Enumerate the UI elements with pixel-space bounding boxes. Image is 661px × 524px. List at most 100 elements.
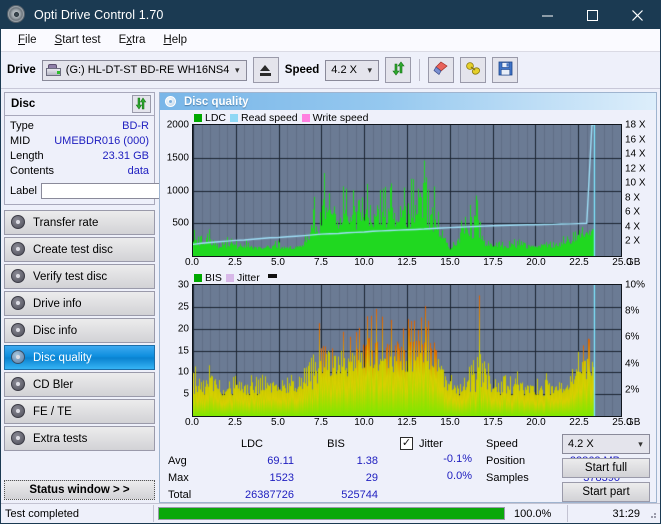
- samples-key: Samples: [486, 471, 529, 484]
- x-tick-label: 10.0: [354, 257, 374, 268]
- stats-header-ldc: LDC: [240, 437, 263, 450]
- sidebar-item-label: CD Bler: [33, 378, 74, 391]
- y2-tick-label: 4%: [625, 358, 640, 370]
- y2-tick-label: 8%: [625, 305, 640, 317]
- progress-wrap: [154, 507, 509, 520]
- ldc-plot-area[interactable]: [192, 124, 622, 257]
- position-key: Position: [486, 454, 526, 467]
- y-tick-label: 15: [177, 345, 189, 356]
- page-title: Disc quality: [184, 95, 249, 108]
- progress-percent: 100.0%: [514, 507, 552, 520]
- legend-item-jitter: Jitter: [225, 271, 260, 284]
- y-tick-label: 2000: [166, 119, 189, 131]
- jitter-checkbox[interactable]: ✓: [400, 437, 413, 450]
- sidebar-item-label: Disc info: [33, 324, 78, 337]
- erase-button[interactable]: [428, 57, 455, 83]
- sidebar-item-verify-test-disc[interactable]: Verify test disc: [4, 264, 155, 289]
- progress-fill: [159, 508, 504, 519]
- disc-row-mid: MID UMEBDR016 (000): [10, 134, 149, 149]
- bis-y-axis-right: 2% 4% 6% 8% 10%: [622, 280, 654, 417]
- x-tick-label: 20.0: [526, 257, 546, 268]
- disc-icon: [11, 431, 26, 446]
- start-part-button[interactable]: Start part: [562, 482, 650, 502]
- minimize-button[interactable]: [525, 1, 570, 29]
- drive-select[interactable]: (G:) HL-DT-ST BD-RE WH16NS48 1.D3 ▾: [41, 59, 247, 81]
- x-axis-unit: GB: [626, 257, 641, 268]
- x-tick-label: 7.5: [314, 417, 328, 428]
- speed-select-value: 4.2 X: [331, 64, 357, 76]
- legend-label: Jitter: [236, 271, 260, 284]
- chevron-down-icon: ▾: [367, 64, 373, 75]
- sidebar-item-extra-tests[interactable]: Extra tests: [4, 426, 155, 451]
- maximize-button[interactable]: [570, 1, 615, 29]
- sidebar-item-drive-info[interactable]: Drive info: [4, 291, 155, 316]
- stats-row-max-key: Max: [168, 471, 189, 484]
- y-tick-label: 500: [172, 217, 189, 229]
- stats-total-bis: 525744: [341, 488, 378, 501]
- sidebar-item-label: Disc quality: [33, 351, 92, 364]
- disc-label-key: Label: [10, 185, 37, 197]
- bis-plot-area[interactable]: [192, 284, 622, 417]
- x-tick-label: 17.5: [483, 257, 503, 268]
- status-window-button[interactable]: Status window > >: [4, 480, 155, 500]
- resize-grip[interactable]: [646, 508, 658, 520]
- table-row: Total 26387726 525744: [168, 487, 378, 504]
- jitter-max: 0.0%: [446, 470, 472, 482]
- disc-row-length: Length 23.31 GB: [10, 149, 149, 164]
- eject-button[interactable]: [252, 57, 279, 83]
- disc-row-type-value: BD-R: [122, 120, 149, 132]
- stats-total-ldc: 26387726: [245, 488, 294, 501]
- sidebar-item-cd-bler[interactable]: CD Bler: [4, 372, 155, 397]
- disc-icon: [11, 215, 26, 230]
- disc-row-mid-value: UMEBDR016 (000): [54, 135, 149, 147]
- menu-extra[interactable]: Extra: [110, 32, 155, 48]
- stats-row-total-key: Total: [168, 488, 192, 501]
- x-tick-label: 15.0: [440, 257, 460, 268]
- menu-help-rest: elp: [171, 34, 188, 46]
- refresh-icon: [134, 97, 149, 111]
- speed-select[interactable]: 4.2 X ▾: [325, 59, 380, 81]
- y2-tick-label: 4 X: [625, 221, 641, 233]
- y-tick-label: 30: [177, 279, 189, 291]
- sidebar-item-disc-quality[interactable]: Disc quality: [4, 345, 155, 370]
- legend-swatch: [230, 113, 239, 122]
- x-tick-label: 0.0: [185, 257, 199, 268]
- y-tick-label: 25: [177, 301, 189, 313]
- menu-help[interactable]: Help: [154, 32, 196, 48]
- y2-tick-label: 18 X: [625, 119, 646, 131]
- drive-select-value: (G:) HL-DT-ST BD-RE WH16NS48 1.D3: [65, 64, 229, 76]
- sidebar-item-disc-info[interactable]: Disc info: [4, 318, 155, 343]
- panel-header: Disc quality: [160, 93, 656, 110]
- app-window: Opti Drive Control 1.70 File Start test …: [0, 0, 661, 524]
- elapsed-time: 31:29: [612, 507, 640, 520]
- test-speed-select[interactable]: 4.2 X ▾: [562, 434, 650, 454]
- disc-label-row: Label: [10, 182, 212, 200]
- legend-label: BIS: [205, 271, 222, 284]
- y2-tick-label: 8 X: [625, 192, 641, 204]
- sidebar-item-transfer-rate[interactable]: Transfer rate: [4, 210, 155, 235]
- disc-refresh-button[interactable]: [132, 95, 151, 113]
- save-button[interactable]: [492, 57, 519, 83]
- disc-icon: [11, 269, 26, 284]
- y2-tick-label: 16 X: [625, 134, 646, 146]
- eraser-icon: [433, 61, 449, 79]
- bug-button[interactable]: [460, 57, 487, 83]
- disc-row-length-key: Length: [10, 150, 44, 162]
- menu-file[interactable]: File: [9, 32, 46, 48]
- jitter-column: ✓ Jitter -0.1% 0.0%: [400, 436, 472, 487]
- stats-corner: [168, 436, 210, 453]
- x-tick-label: 12.5: [397, 257, 417, 268]
- sidebar-item-fe-te[interactable]: FE / TE: [4, 399, 155, 424]
- refresh-button[interactable]: [385, 57, 412, 83]
- start-full-button[interactable]: Start full: [562, 458, 650, 478]
- ldc-legend: LDC Read speed Write speed: [162, 111, 654, 124]
- disc-icon: [165, 95, 177, 108]
- sidebar-item-create-test-disc[interactable]: Create test disc: [4, 237, 155, 262]
- menu-start-test[interactable]: Start test: [46, 32, 110, 48]
- main-panel: Disc quality LDC Read speed Write speed …: [159, 92, 657, 503]
- disc-icon: [11, 242, 26, 257]
- close-button[interactable]: [615, 1, 660, 29]
- legend-swatch: [301, 113, 310, 122]
- title-bar: Opti Drive Control 1.70: [1, 1, 660, 29]
